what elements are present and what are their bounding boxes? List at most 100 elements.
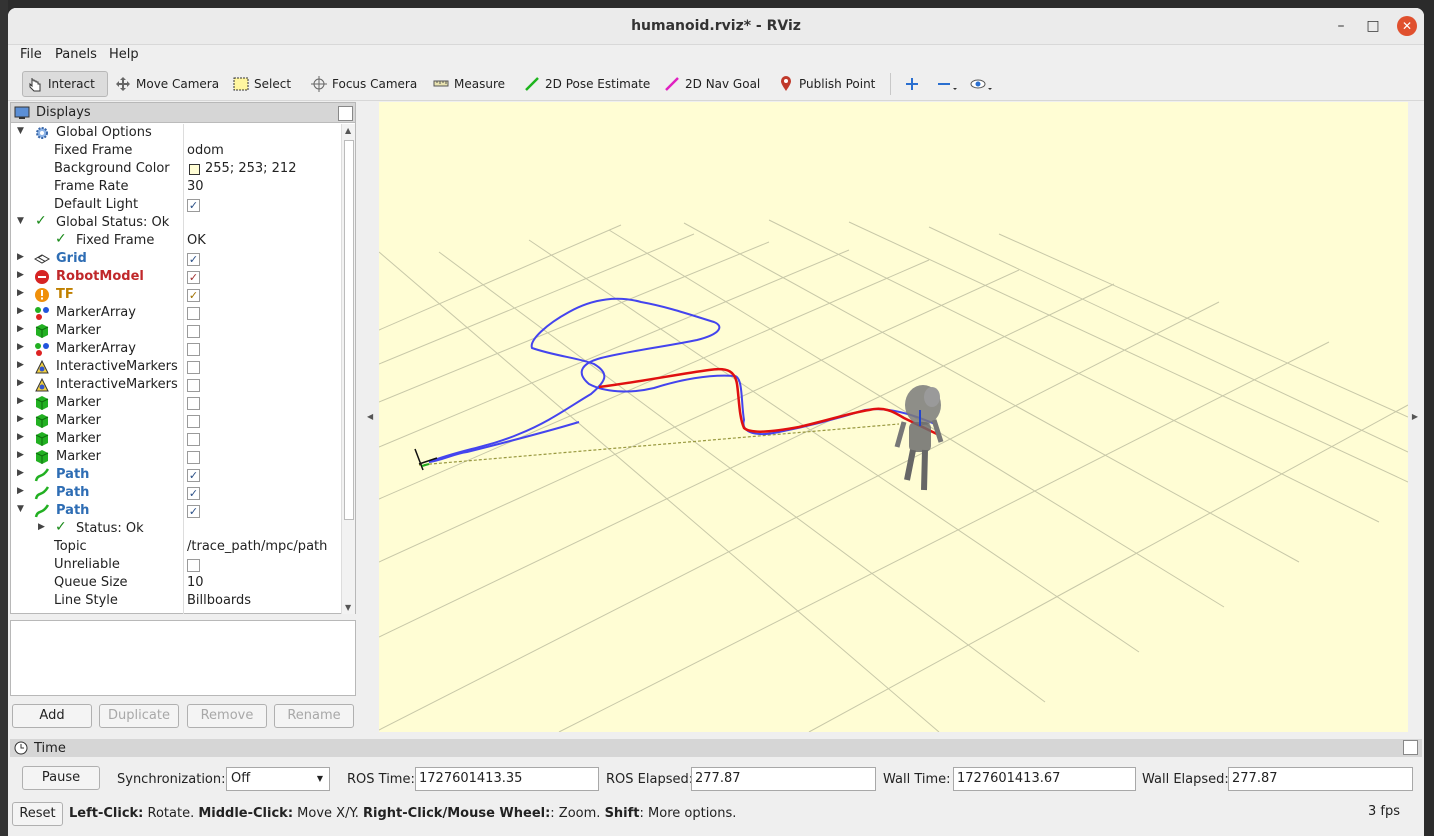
tree-row-tf[interactable]: ▶ TF ✓ — [11, 286, 342, 304]
display-enabled-checkbox[interactable] — [187, 415, 200, 428]
tree-row-marker[interactable]: ▶ Marker — [11, 394, 342, 412]
display-enabled-checkbox[interactable]: ✓ — [187, 253, 200, 266]
tree-row-unreliable[interactable]: Unreliable — [11, 556, 342, 574]
display-enabled-checkbox[interactable] — [187, 397, 200, 410]
collapse-left-icon[interactable]: ◀ — [367, 412, 373, 421]
tree-row-grid[interactable]: ▶ Grid ✓ — [11, 250, 342, 268]
tool-interact[interactable]: Interact — [22, 71, 108, 97]
remove-button[interactable]: Remove — [187, 704, 267, 728]
collapsed-arrow-icon[interactable]: ▶ — [17, 468, 24, 478]
undock-button[interactable] — [338, 106, 353, 121]
scroll-up-icon[interactable]: ▲ — [345, 126, 351, 135]
fixed-frame-value[interactable]: odom — [187, 143, 224, 158]
display-enabled-checkbox[interactable]: ✓ — [187, 505, 200, 518]
color-swatch-icon[interactable] — [189, 164, 200, 175]
3d-render-viewport[interactable] — [379, 102, 1408, 732]
background-color-value[interactable]: 255; 253; 212 — [205, 161, 296, 176]
queue-size-value[interactable]: 10 — [187, 575, 204, 590]
tool-2d-nav-goal[interactable]: 2D Nav Goal — [660, 71, 764, 97]
collapsed-arrow-icon[interactable]: ▶ — [17, 486, 24, 496]
tree-row-markerarray[interactable]: ▶ MarkerArray — [11, 340, 342, 358]
display-enabled-checkbox[interactable] — [187, 361, 200, 374]
tree-row-global-options[interactable]: ▼ Global Options — [11, 124, 342, 142]
tree-row-default-light[interactable]: Default Light ✓ — [11, 196, 342, 214]
display-enabled-checkbox[interactable]: ✓ — [187, 469, 200, 482]
tree-row-line-style[interactable]: Line Style Billboards — [11, 592, 342, 610]
expanded-arrow-icon[interactable]: ▼ — [17, 126, 24, 136]
view-panels-button[interactable] — [966, 71, 998, 97]
tree-row-path[interactable]: ▶ Path ✓ — [11, 484, 342, 502]
collapsed-arrow-icon[interactable]: ▶ — [38, 522, 45, 532]
default-light-checkbox[interactable]: ✓ — [187, 199, 200, 212]
tree-row-marker[interactable]: ▶ Marker — [11, 448, 342, 466]
collapsed-arrow-icon[interactable]: ▶ — [17, 414, 24, 424]
line-style-value[interactable]: Billboards — [187, 593, 251, 608]
rename-button[interactable]: Rename — [274, 704, 354, 728]
wall-elapsed-field[interactable]: 277.87 — [1228, 767, 1413, 791]
minimize-icon[interactable]: – — [1331, 16, 1351, 36]
scroll-down-icon[interactable]: ▼ — [345, 603, 351, 612]
tree-row-queue-size[interactable]: Queue Size 10 — [11, 574, 342, 592]
collapsed-arrow-icon[interactable]: ▶ — [17, 270, 24, 280]
maximize-icon[interactable]: □ — [1363, 16, 1383, 36]
tree-scrollbar[interactable]: ▲ ▼ — [341, 124, 355, 614]
frame-rate-value[interactable]: 30 — [187, 179, 204, 194]
tool-select[interactable]: Select — [229, 71, 295, 97]
unreliable-checkbox[interactable] — [187, 559, 200, 572]
display-enabled-checkbox[interactable] — [187, 433, 200, 446]
display-enabled-checkbox[interactable] — [187, 343, 200, 356]
collapsed-arrow-icon[interactable]: ▶ — [17, 306, 24, 316]
collapsed-arrow-icon[interactable]: ▶ — [17, 432, 24, 442]
tree-row-fixed-frame[interactable]: Fixed Frame odom — [11, 142, 342, 160]
display-enabled-checkbox[interactable] — [187, 325, 200, 338]
collapsed-arrow-icon[interactable]: ▶ — [17, 450, 24, 460]
remove-tool-button[interactable] — [932, 71, 962, 97]
tree-row-path-status[interactable]: ▶ ✓ Status: Ok — [11, 519, 342, 538]
tool-publish-point[interactable]: Publish Point — [774, 71, 879, 97]
display-enabled-checkbox[interactable] — [187, 379, 200, 392]
collapsed-arrow-icon[interactable]: ▶ — [17, 378, 24, 388]
add-tool-button[interactable] — [900, 71, 924, 97]
menu-panels[interactable]: Panels — [55, 47, 97, 62]
expanded-arrow-icon[interactable]: ▼ — [17, 216, 24, 226]
collapsed-arrow-icon[interactable]: ▶ — [17, 252, 24, 262]
tree-row-marker[interactable]: ▶ Marker — [11, 412, 342, 430]
tree-row-interactivemarkers[interactable]: ▶ InteractiveMarkers — [11, 376, 342, 394]
collapsed-arrow-icon[interactable]: ▶ — [17, 288, 24, 298]
tree-row-robotmodel[interactable]: ▶ RobotModel ✓ — [11, 268, 342, 286]
tree-row-background-color[interactable]: Background Color 255; 253; 212 — [11, 160, 342, 178]
duplicate-button[interactable]: Duplicate — [99, 704, 179, 728]
tool-move-camera[interactable]: Move Camera — [111, 71, 223, 97]
display-enabled-checkbox[interactable]: ✓ — [187, 271, 200, 284]
tree-row-markerarray[interactable]: ▶ MarkerArray — [11, 304, 342, 322]
tree-row-global-status[interactable]: ▼ ✓ Global Status: Ok — [11, 213, 342, 232]
tree-row-topic[interactable]: Topic /trace_path/mpc/path — [11, 538, 342, 556]
tool-2d-pose-estimate[interactable]: 2D Pose Estimate — [520, 71, 654, 97]
scroll-thumb[interactable] — [344, 140, 354, 520]
add-button[interactable]: Add — [12, 704, 92, 728]
expanded-arrow-icon[interactable]: ▼ — [17, 504, 24, 514]
left-splitter[interactable]: ◀ — [364, 102, 378, 732]
tree-row-status-fixed-frame[interactable]: ✓ Fixed Frame OK — [11, 231, 342, 250]
sync-dropdown[interactable]: Off ▼ — [226, 767, 330, 791]
collapse-right-icon[interactable]: ▶ — [1412, 412, 1418, 421]
tree-row-path[interactable]: ▼ Path ✓ — [11, 502, 342, 520]
display-enabled-checkbox[interactable]: ✓ — [187, 289, 200, 302]
menu-help[interactable]: Help — [109, 47, 139, 62]
tree-row-marker[interactable]: ▶ Marker — [11, 430, 342, 448]
tree-row-frame-rate[interactable]: Frame Rate 30 — [11, 178, 342, 196]
topic-value[interactable]: /trace_path/mpc/path — [187, 539, 327, 554]
collapsed-arrow-icon[interactable]: ▶ — [17, 324, 24, 334]
tree-row-interactivemarkers[interactable]: ▶ InteractiveMarkers — [11, 358, 342, 376]
tool-measure[interactable]: Measure — [429, 71, 509, 97]
reset-button[interactable]: Reset — [12, 802, 63, 826]
ros-elapsed-field[interactable]: 277.87 — [691, 767, 876, 791]
pause-button[interactable]: Pause — [22, 766, 100, 790]
collapsed-arrow-icon[interactable]: ▶ — [17, 360, 24, 370]
tool-focus-camera[interactable]: Focus Camera — [307, 71, 421, 97]
close-icon[interactable]: ✕ — [1397, 16, 1417, 36]
display-enabled-checkbox[interactable] — [187, 307, 200, 320]
time-undock-button[interactable] — [1403, 740, 1418, 755]
tree-row-marker[interactable]: ▶ Marker — [11, 322, 342, 340]
display-enabled-checkbox[interactable]: ✓ — [187, 487, 200, 500]
